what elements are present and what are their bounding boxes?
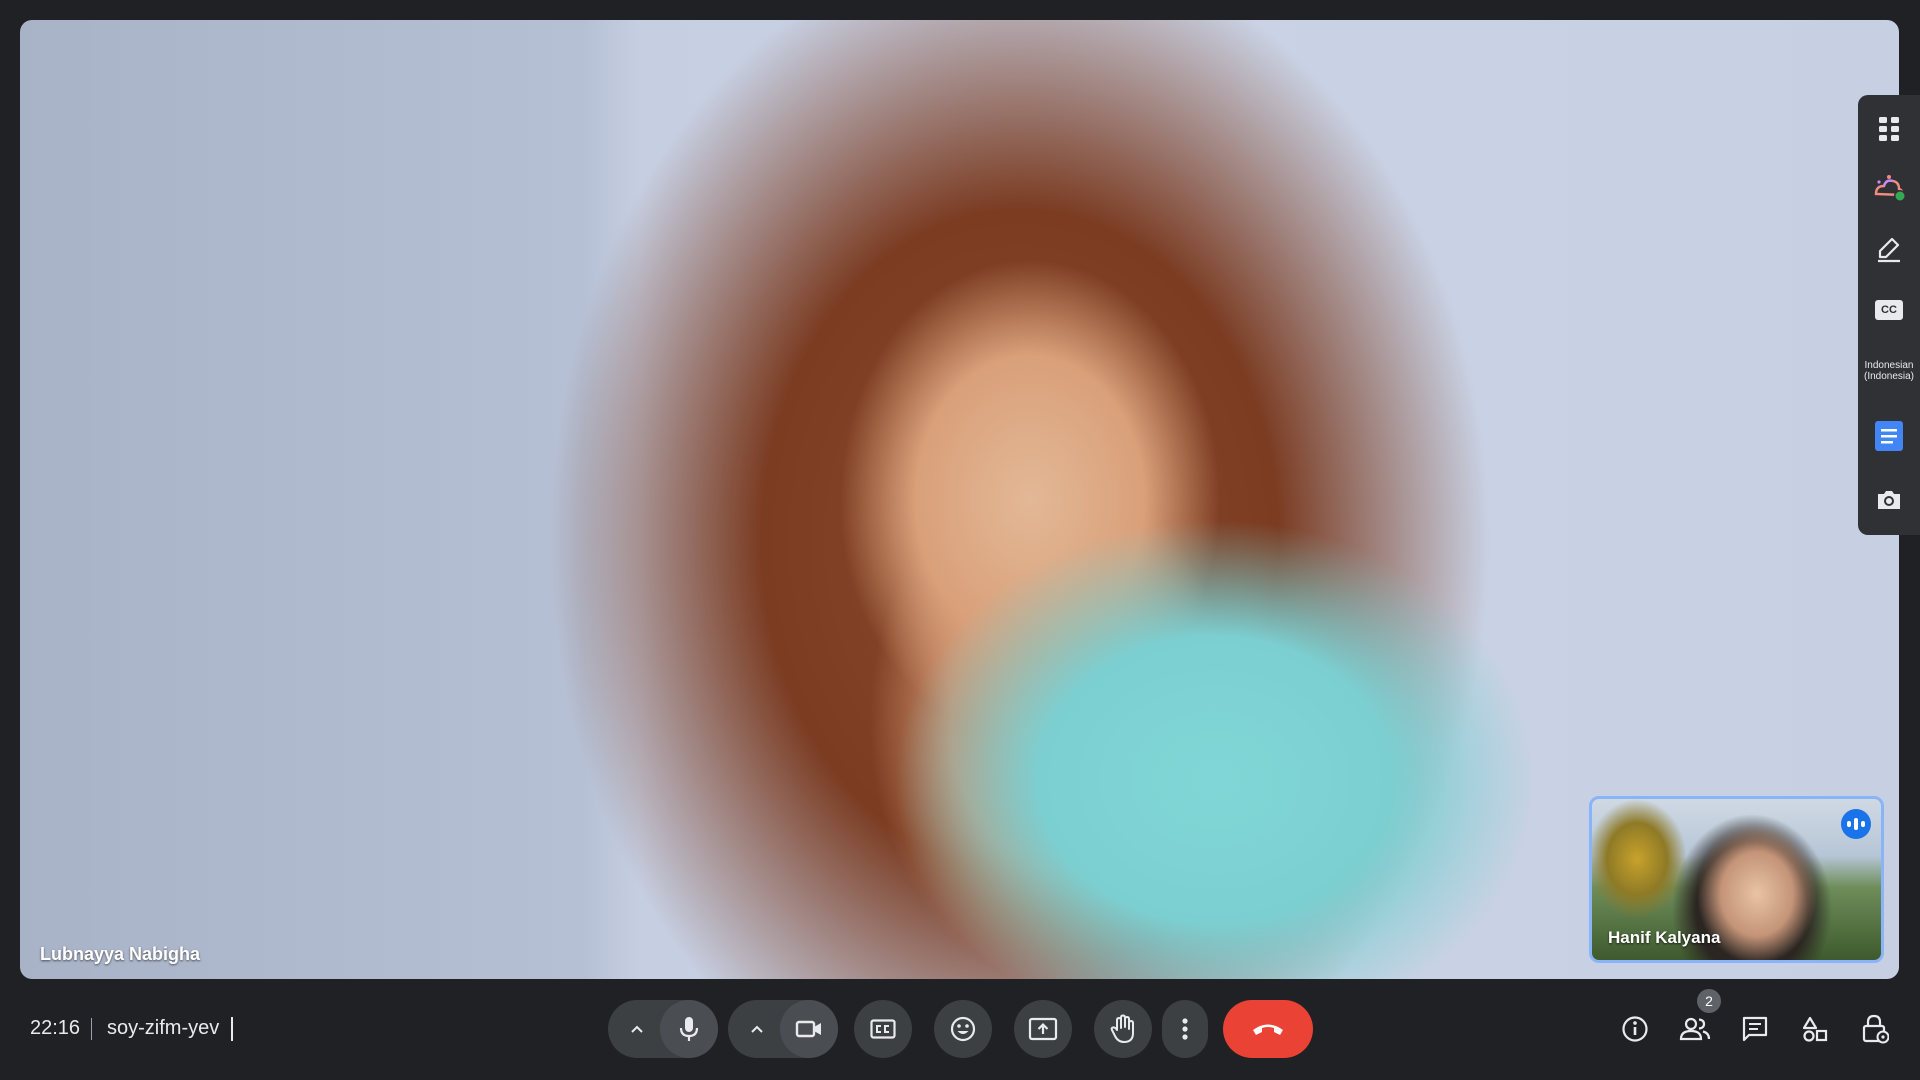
audio-settings-chevron-icon[interactable]: [622, 1015, 652, 1043]
end-call-button[interactable]: [1223, 1000, 1313, 1058]
camera-icon[interactable]: [1858, 478, 1920, 522]
main-participant-name: Lubnayya Nabigha: [40, 944, 201, 964]
caption-language-line2: (Indonesia): [1863, 371, 1915, 382]
notes-doc-icon[interactable]: [1858, 414, 1920, 458]
camera-button[interactable]: [780, 1000, 838, 1058]
side-toolbar: CC Indonesian (Indonesia): [1858, 95, 1920, 535]
visual-effects-icon[interactable]: [1858, 167, 1920, 211]
captions-button[interactable]: [854, 1000, 912, 1058]
raise-hand-icon: [1110, 1014, 1134, 1043]
activities-button[interactable]: [1791, 1005, 1839, 1053]
people-icon: [1679, 1017, 1711, 1041]
caption-language-label[interactable]: Indonesian (Indonesia): [1858, 349, 1920, 393]
host-controls-button[interactable]: [1851, 1005, 1899, 1053]
emoji-icon: [950, 1016, 976, 1042]
apps-grid-icon[interactable]: [1858, 107, 1920, 151]
end-call-icon: [1253, 1024, 1283, 1035]
more-options-button[interactable]: [1162, 1000, 1208, 1058]
present-screen-icon: [1028, 1017, 1058, 1041]
emoji-reactions-button[interactable]: [934, 1000, 992, 1058]
host-controls-icon: [1862, 1014, 1889, 1044]
raise-hand-button[interactable]: [1094, 1000, 1152, 1058]
microphone-icon: [679, 1017, 699, 1041]
participant-count-badge: 2: [1697, 989, 1721, 1013]
meeting-code: soy-zifm-yev: [107, 1017, 220, 1039]
chat-icon: [1742, 1016, 1768, 1042]
current-time: 22:16: [30, 1017, 81, 1039]
self-view-tile[interactable]: Hanif Kalyana: [1589, 796, 1884, 963]
meeting-details-button[interactable]: [1611, 1005, 1659, 1053]
speaking-indicator-icon: [1841, 809, 1871, 839]
whiteboard-pen-icon[interactable]: [1858, 227, 1920, 271]
captions-icon: [870, 1019, 896, 1039]
chat-button[interactable]: [1731, 1005, 1779, 1053]
closed-captions-icon[interactable]: CC: [1858, 288, 1920, 332]
more-options-icon: [1182, 1018, 1188, 1040]
info-icon: [1622, 1016, 1648, 1042]
caption-language-line1: Indonesian: [1864, 360, 1914, 371]
video-settings-chevron-icon[interactable]: [742, 1015, 772, 1043]
video-camera-icon: [795, 1020, 821, 1038]
text-caret: [231, 1017, 233, 1041]
microphone-button[interactable]: [660, 1000, 718, 1058]
self-participant-name: Hanif Kalyana: [1608, 928, 1721, 947]
divider: [91, 1018, 92, 1040]
present-screen-button[interactable]: [1014, 1000, 1072, 1058]
activities-icon: [1802, 1016, 1828, 1042]
